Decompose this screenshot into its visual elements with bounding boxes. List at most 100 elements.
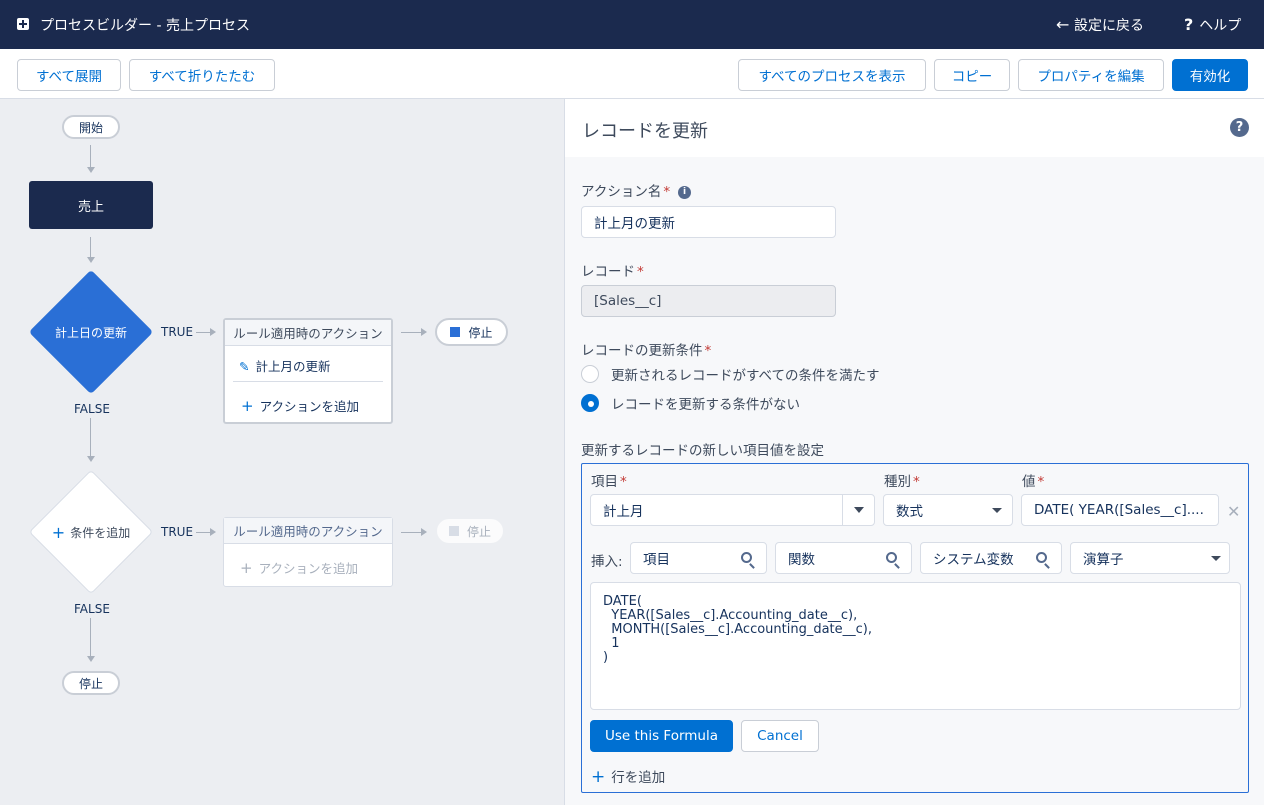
action-item-update-month[interactable]: ✎ 計上月の更新 <box>239 356 331 375</box>
plus-icon: + <box>51 522 66 542</box>
false-label: FALSE <box>74 602 110 616</box>
search-icon <box>886 552 897 563</box>
pencil-icon: ✎ <box>239 359 250 374</box>
add-criteria-node[interactable]: + 条件を追加 <box>28 469 154 595</box>
arrow-right-icon <box>210 328 216 336</box>
type-col-text: 種別 <box>884 474 911 490</box>
field-select-value: 計上月 <box>603 504 644 520</box>
arrow-right-icon <box>421 528 427 536</box>
chevron-down-icon[interactable] <box>842 495 874 525</box>
process-builder-icon <box>17 18 29 30</box>
field-col-label: 項目 * <box>591 470 627 490</box>
radio-button[interactable] <box>581 365 599 383</box>
stop-label: 停止 <box>468 325 493 340</box>
plus-icon: + <box>240 559 253 577</box>
plus-icon: + <box>591 767 606 787</box>
insert-operator-select[interactable]: 演算子 <box>1070 542 1230 574</box>
stop-node-2: 停止 <box>435 517 505 545</box>
search-icon <box>741 552 752 563</box>
copy-button[interactable]: コピー <box>934 59 1010 91</box>
panel-title: レコードを更新 <box>582 121 708 142</box>
arrow-right-icon <box>210 528 216 536</box>
insert-function-text: 関数 <box>788 552 815 568</box>
criteria-text: レコードの更新条件 <box>581 343 703 359</box>
view-all-processes-button[interactable]: すべてのプロセスを表示 <box>738 59 926 91</box>
chevron-down-icon <box>1211 556 1221 561</box>
use-formula-button[interactable]: Use this Formula <box>590 720 733 752</box>
value-input[interactable]: DATE( YEAR([Sales__c].... <box>1021 494 1219 526</box>
insert-label: 挿入: <box>591 554 623 570</box>
back-to-setup-link[interactable]: ← 設定に戻る <box>1056 15 1144 35</box>
field-col-text: 項目 <box>591 474 618 490</box>
connector <box>401 332 423 333</box>
search-icon <box>1036 552 1047 563</box>
expand-all-button[interactable]: すべて展開 <box>17 59 121 91</box>
end-stop-node: 停止 <box>62 671 120 695</box>
actions-header: ルール適用時のアクション <box>225 320 391 346</box>
app-title: プロセスビルダー - 売上プロセス <box>40 18 250 34</box>
question-icon: ? <box>1184 15 1194 34</box>
arrow-left-icon: ← <box>1056 15 1070 34</box>
criteria-1-label: 計上日の更新 <box>54 325 127 340</box>
add-criteria-label: + 条件を追加 <box>29 470 153 594</box>
insert-field-search[interactable]: 項目 <box>630 542 767 574</box>
true-label: TRUE <box>161 325 194 339</box>
arrow-down-icon <box>87 167 95 173</box>
set-values-label: 更新するレコードの新しい項目値を設定 <box>581 443 824 459</box>
add-action-label: アクションを追加 <box>258 561 358 576</box>
required-marker: * <box>704 343 712 359</box>
radio-no-criteria[interactable]: レコードを更新する条件がない <box>581 393 800 413</box>
activate-button[interactable]: 有効化 <box>1172 59 1248 91</box>
toolbar: すべて展開 すべて折りたたむ すべてのプロセスを表示 コピー プロパティを編集 … <box>0 49 1264 99</box>
add-row-label: 行を追加 <box>611 770 666 786</box>
type-select[interactable]: 数式 <box>883 494 1013 526</box>
add-row-link[interactable]: + 行を追加 <box>591 766 665 787</box>
record-label: レコード * <box>581 260 644 280</box>
arrow-down-icon <box>87 656 95 662</box>
remove-row-icon[interactable]: ✕ <box>1227 502 1240 521</box>
help-label: ヘルプ <box>1199 18 1242 34</box>
action-name-input[interactable]: 計上月の更新 <box>581 206 836 238</box>
chevron-down-icon <box>992 508 1002 513</box>
type-col-label: 種別 * <box>884 470 920 490</box>
arrow-right-icon <box>421 328 427 336</box>
info-icon[interactable]: i <box>678 185 692 199</box>
field-select[interactable]: 計上月 <box>590 494 875 526</box>
collapse-all-button[interactable]: すべて折りたたむ <box>129 59 275 91</box>
insert-field-text: 項目 <box>643 552 670 568</box>
plus-icon: + <box>241 397 254 415</box>
record-text: レコード <box>581 264 635 280</box>
required-marker: * <box>620 474 627 490</box>
criteria-label: レコードの更新条件 * <box>581 339 711 359</box>
add-action-link[interactable]: + アクションを追加 <box>241 396 359 415</box>
insert-sysvar-search[interactable]: システム変数 <box>920 542 1062 574</box>
type-select-value: 数式 <box>896 504 923 520</box>
edit-properties-button[interactable]: プロパティを編集 <box>1018 59 1164 91</box>
radio-button-selected[interactable] <box>581 394 599 412</box>
object-node[interactable]: 売上 <box>29 181 153 229</box>
record-field: [Sales__c] <box>581 285 836 317</box>
insert-function-search[interactable]: 関数 <box>775 542 912 574</box>
formula-textarea[interactable]: DATE( YEAR([Sales__c].Accounting_date__c… <box>590 582 1241 710</box>
help-icon[interactable]: ? <box>1230 118 1249 137</box>
required-marker: * <box>663 184 671 200</box>
cancel-button[interactable]: Cancel <box>741 720 819 752</box>
actions-header: ルール適用時のアクション <box>224 518 392 544</box>
stop-node-1: 停止 <box>435 318 508 346</box>
action-1-label: 計上月の更新 <box>255 359 331 374</box>
action-panel: レコードを更新 ? アクション名 * i 計上月の更新 レコード * [Sales__… <box>565 99 1264 805</box>
required-marker: * <box>637 264 644 280</box>
radio-no-criteria-label: レコードを更新する条件がない <box>611 397 800 413</box>
radio-all-conditions[interactable]: 更新されるレコードがすべての条件を満たす <box>581 364 880 384</box>
criteria-node-1[interactable]: 計上日の更新 <box>28 269 154 395</box>
panel-header: レコードを更新 ? <box>565 99 1264 157</box>
radio-all-conditions-label: 更新されるレコードがすべての条件を満たす <box>611 368 880 384</box>
process-canvas: 開始 売上 計上日の更新 TRUE ルール適用時のアクション ✎ 計上月の更新 +… <box>0 99 565 805</box>
connector <box>90 618 91 658</box>
true-label: TRUE <box>161 525 194 539</box>
connector <box>90 418 91 458</box>
add-action-label: アクションを追加 <box>259 399 359 414</box>
stop-icon <box>448 526 459 536</box>
value-col-label: 値 * <box>1022 470 1044 490</box>
help-link[interactable]: ? ヘルプ <box>1184 15 1241 35</box>
